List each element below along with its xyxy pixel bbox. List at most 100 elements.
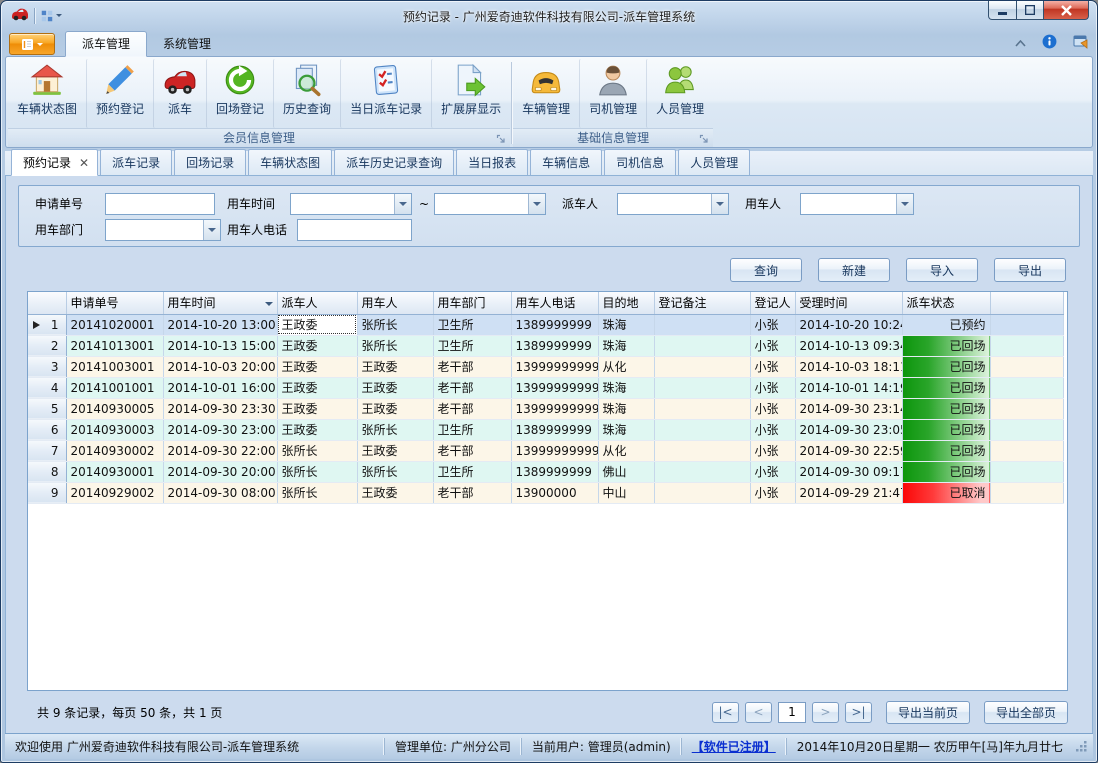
about-window-icon[interactable]: [1073, 35, 1089, 52]
cell-dispatch-status[interactable]: 已回场: [902, 335, 990, 356]
software-registered-link[interactable]: 【软件已注册】: [681, 738, 786, 755]
row-selector[interactable]: 7: [28, 440, 66, 461]
doc-tab-dispatch-history-query[interactable]: 派车历史记录查询: [334, 149, 454, 175]
cell-phone[interactable]: 13999999999: [511, 356, 598, 377]
cell-user[interactable]: 王政委: [357, 377, 433, 398]
row-selector[interactable]: 1: [28, 314, 66, 335]
cell-user[interactable]: 王政委: [357, 482, 433, 503]
cell-use-time[interactable]: 2014-09-30 23:30: [163, 398, 277, 419]
export-button[interactable]: 导出: [994, 258, 1066, 282]
cell-dispatch-status[interactable]: 已回场: [902, 461, 990, 482]
ribbon-button-dispatch[interactable]: 派车: [153, 59, 206, 128]
phone-input[interactable]: [297, 219, 412, 241]
cell-dispatcher[interactable]: 张所长: [277, 440, 357, 461]
cell-phone[interactable]: 1389999999: [511, 314, 598, 335]
header-dispatch-status[interactable]: 派车状态: [902, 292, 990, 314]
cell-registrar[interactable]: 小张: [750, 356, 795, 377]
dialog-launcher-icon[interactable]: [699, 133, 709, 147]
cell-dept[interactable]: 卫生所: [433, 335, 511, 356]
ribbon-button-staff-manage[interactable]: 人员管理: [646, 59, 713, 128]
close-button[interactable]: [1044, 1, 1089, 20]
cell-accepted-time[interactable]: 2014-10-03 18:11: [795, 356, 902, 377]
user-select[interactable]: [800, 193, 914, 215]
cell-dept[interactable]: 老干部: [433, 377, 511, 398]
cell-dispatcher[interactable]: 王政委: [277, 314, 357, 335]
row-selector[interactable]: 2: [28, 335, 66, 356]
minimize-button[interactable]: [988, 1, 1017, 20]
dept-select[interactable]: [105, 219, 221, 241]
cell-dispatcher[interactable]: 王政委: [277, 419, 357, 440]
cell-registrar[interactable]: 小张: [750, 440, 795, 461]
ribbon-button-reservation-register[interactable]: 预约登记: [86, 59, 153, 128]
cell-user[interactable]: 张所长: [357, 335, 433, 356]
header-accepted-time[interactable]: 受理时间: [795, 292, 902, 314]
cell-dispatch-status[interactable]: 已回场: [902, 398, 990, 419]
cell-dispatch-status[interactable]: 已取消: [902, 482, 990, 503]
cell-dispatcher[interactable]: 王政委: [277, 356, 357, 377]
row-selector[interactable]: 6: [28, 419, 66, 440]
cell-dept[interactable]: 老干部: [433, 398, 511, 419]
cell-phone[interactable]: 13999999999: [511, 398, 598, 419]
ribbon-button-vehicle-status-map[interactable]: 车辆状态图: [8, 59, 86, 128]
row-selector[interactable]: 3: [28, 356, 66, 377]
cell-registrar[interactable]: 小张: [750, 398, 795, 419]
ribbon-button-driver-manage[interactable]: 司机管理: [579, 59, 646, 128]
cell-note[interactable]: [654, 461, 750, 482]
cell-note[interactable]: [654, 314, 750, 335]
pager-next-button[interactable]: >: [812, 702, 839, 723]
ribbon-button-return-register[interactable]: 回场登记: [206, 59, 273, 128]
pager-page-input[interactable]: [778, 702, 806, 723]
info-icon[interactable]: [1042, 34, 1057, 52]
pager-last-button[interactable]: >|: [845, 702, 872, 723]
export-current-page-button[interactable]: 导出当前页: [886, 701, 970, 724]
header-phone[interactable]: 用车人电话: [511, 292, 598, 314]
cell-use-time[interactable]: 2014-09-30 08:00: [163, 482, 277, 503]
cell-dispatch-status[interactable]: 已回场: [902, 440, 990, 461]
cell-user[interactable]: 张所长: [357, 461, 433, 482]
header-note[interactable]: 登记备注: [654, 292, 750, 314]
header-destination[interactable]: 目的地: [598, 292, 654, 314]
cell-user[interactable]: 张所长: [357, 314, 433, 335]
doc-tab-vehicle-status-map[interactable]: 车辆状态图: [248, 149, 332, 175]
cell-registrar[interactable]: 小张: [750, 314, 795, 335]
resize-grip[interactable]: [1075, 740, 1088, 759]
cell-order-no[interactable]: 20140930005: [66, 398, 163, 419]
cell-user[interactable]: 张所长: [357, 419, 433, 440]
cell-dept[interactable]: 卫生所: [433, 461, 511, 482]
cell-dispatcher[interactable]: 王政委: [277, 335, 357, 356]
cell-destination[interactable]: 珠海: [598, 419, 654, 440]
doc-tab-today-report[interactable]: 当日报表: [456, 149, 528, 175]
header-order-no[interactable]: 申请单号: [66, 292, 163, 314]
cell-destination[interactable]: 从化: [598, 356, 654, 377]
cell-order-no[interactable]: 20140930003: [66, 419, 163, 440]
cell-note[interactable]: [654, 440, 750, 461]
cell-accepted-time[interactable]: 2014-09-30 09:17: [795, 461, 902, 482]
cell-note[interactable]: [654, 398, 750, 419]
cell-dept[interactable]: 卫生所: [433, 419, 511, 440]
cell-dispatch-status[interactable]: 已预约: [902, 314, 990, 335]
cell-user[interactable]: 王政委: [357, 440, 433, 461]
cell-phone[interactable]: 13999999999: [511, 377, 598, 398]
cell-note[interactable]: [654, 482, 750, 503]
new-button[interactable]: 新建: [818, 258, 890, 282]
cell-dispatcher[interactable]: 王政委: [277, 398, 357, 419]
order-no-input[interactable]: [105, 193, 215, 215]
header-dispatcher[interactable]: 派车人: [277, 292, 357, 314]
dispatcher-select[interactable]: [617, 193, 729, 215]
cell-phone[interactable]: 1389999999: [511, 419, 598, 440]
cell-order-no[interactable]: 20141013001: [66, 335, 163, 356]
ribbon-button-history-query[interactable]: 历史查询: [273, 59, 340, 128]
cell-registrar[interactable]: 小张: [750, 335, 795, 356]
row-selector[interactable]: 9: [28, 482, 66, 503]
cell-use-time[interactable]: 2014-10-20 13:00: [163, 314, 277, 335]
ribbon-button-vehicle-manage[interactable]: 车辆管理: [513, 59, 579, 128]
cell-registrar[interactable]: 小张: [750, 482, 795, 503]
app-menu-button[interactable]: [9, 33, 55, 55]
cell-use-time[interactable]: 2014-10-13 15:00: [163, 335, 277, 356]
cell-accepted-time[interactable]: 2014-10-01 14:19: [795, 377, 902, 398]
cell-registrar[interactable]: 小张: [750, 377, 795, 398]
header-dept[interactable]: 用车部门: [433, 292, 511, 314]
ribbon-tab-system-management[interactable]: 系统管理: [147, 32, 227, 56]
pager-first-button[interactable]: |<: [712, 702, 739, 723]
cell-registrar[interactable]: 小张: [750, 419, 795, 440]
